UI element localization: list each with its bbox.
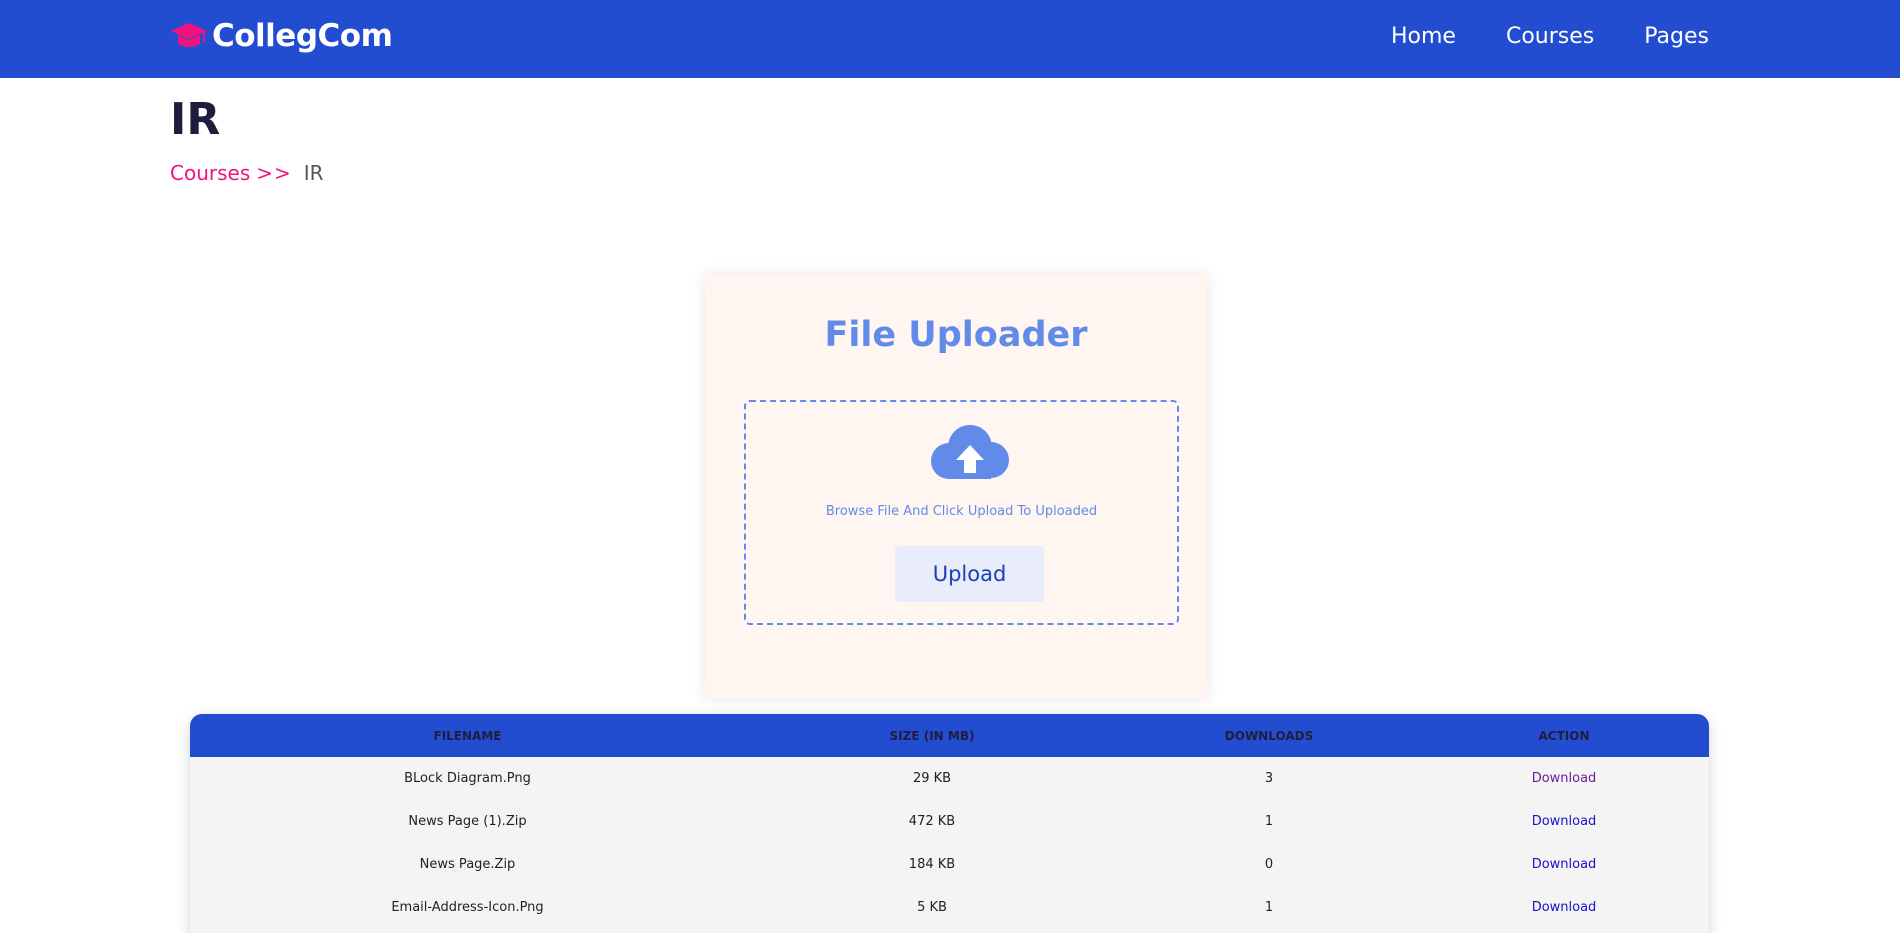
cell-action: Download bbox=[1419, 757, 1709, 800]
header-action: ACTION bbox=[1538, 728, 1590, 743]
download-link[interactable]: Download bbox=[1532, 857, 1597, 872]
cell-size: 184 KB bbox=[908, 857, 956, 872]
breadcrumb-separator: >> bbox=[256, 161, 292, 185]
breadcrumb-link-courses[interactable]: Courses bbox=[170, 161, 250, 185]
file-uploader-card: File Uploader Browse File And Click Uplo… bbox=[705, 275, 1207, 699]
brand-logo[interactable]: CollegCom bbox=[170, 18, 393, 54]
uploader-title: File Uploader bbox=[824, 315, 1088, 355]
header-filename: FILENAME bbox=[433, 728, 502, 743]
files-table: FILENAME SIZE (IN MB) DOWNLOADS ACTION B… bbox=[190, 714, 1709, 933]
cell-filename: News Page.Zip bbox=[419, 857, 516, 872]
cell-filename: News Page (1).Zip bbox=[408, 814, 527, 829]
main-nav: Home Courses Pages bbox=[1391, 24, 1709, 49]
header-size: SIZE (IN MB) bbox=[889, 728, 975, 743]
cell-action: Download bbox=[1419, 800, 1709, 843]
table-row: BLock Diagram.Png 29 KB 3 Download bbox=[190, 757, 1709, 800]
cell-downloads: 3 bbox=[1264, 771, 1274, 786]
download-link[interactable]: Download bbox=[1532, 900, 1597, 915]
download-link[interactable]: Download bbox=[1532, 771, 1597, 786]
cell-downloads: 0 bbox=[1264, 857, 1274, 872]
brand-name: CollegCom bbox=[212, 18, 393, 54]
nav-link-home[interactable]: Home bbox=[1391, 24, 1456, 49]
nav-link-courses[interactable]: Courses bbox=[1506, 24, 1594, 49]
nav-link-pages[interactable]: Pages bbox=[1644, 24, 1709, 49]
cell-downloads: 1 bbox=[1264, 900, 1274, 915]
upload-hint: Browse File And Click Upload To Uploaded bbox=[825, 504, 1098, 519]
download-link[interactable]: Download bbox=[1532, 814, 1597, 829]
file-dropzone[interactable]: Browse File And Click Upload To Uploaded… bbox=[744, 400, 1179, 625]
cell-size: 5 KB bbox=[917, 900, 947, 915]
cell-action: Download bbox=[1419, 886, 1709, 929]
cloud-upload-icon[interactable] bbox=[927, 424, 1011, 482]
page-title: IR bbox=[170, 94, 221, 145]
graduation-cap-icon bbox=[171, 23, 207, 47]
top-navbar: CollegCom Home Courses Pages bbox=[0, 0, 1900, 78]
table-row: News Page (1).Zip 472 KB 1 Download bbox=[190, 800, 1709, 843]
breadcrumb-current: IR bbox=[303, 161, 324, 185]
breadcrumb: Courses >> IR bbox=[170, 161, 324, 185]
header-downloads: DOWNLOADS bbox=[1224, 728, 1314, 743]
upload-button[interactable]: Upload bbox=[895, 546, 1044, 602]
cell-action: Download bbox=[1419, 843, 1709, 886]
cell-filename: BLock Diagram.Png bbox=[404, 771, 531, 786]
cell-size: 472 KB bbox=[908, 814, 956, 829]
table-header-row: FILENAME SIZE (IN MB) DOWNLOADS ACTION bbox=[190, 714, 1709, 757]
cell-downloads: 1 bbox=[1264, 814, 1274, 829]
cell-filename: Email-Address-Icon.Png bbox=[391, 900, 544, 915]
table-row: Email-Address-Icon.Png 5 KB 1 Download bbox=[190, 886, 1709, 929]
table-row: News Page.Zip 184 KB 0 Download bbox=[190, 843, 1709, 886]
cell-size: 29 KB bbox=[912, 771, 952, 786]
